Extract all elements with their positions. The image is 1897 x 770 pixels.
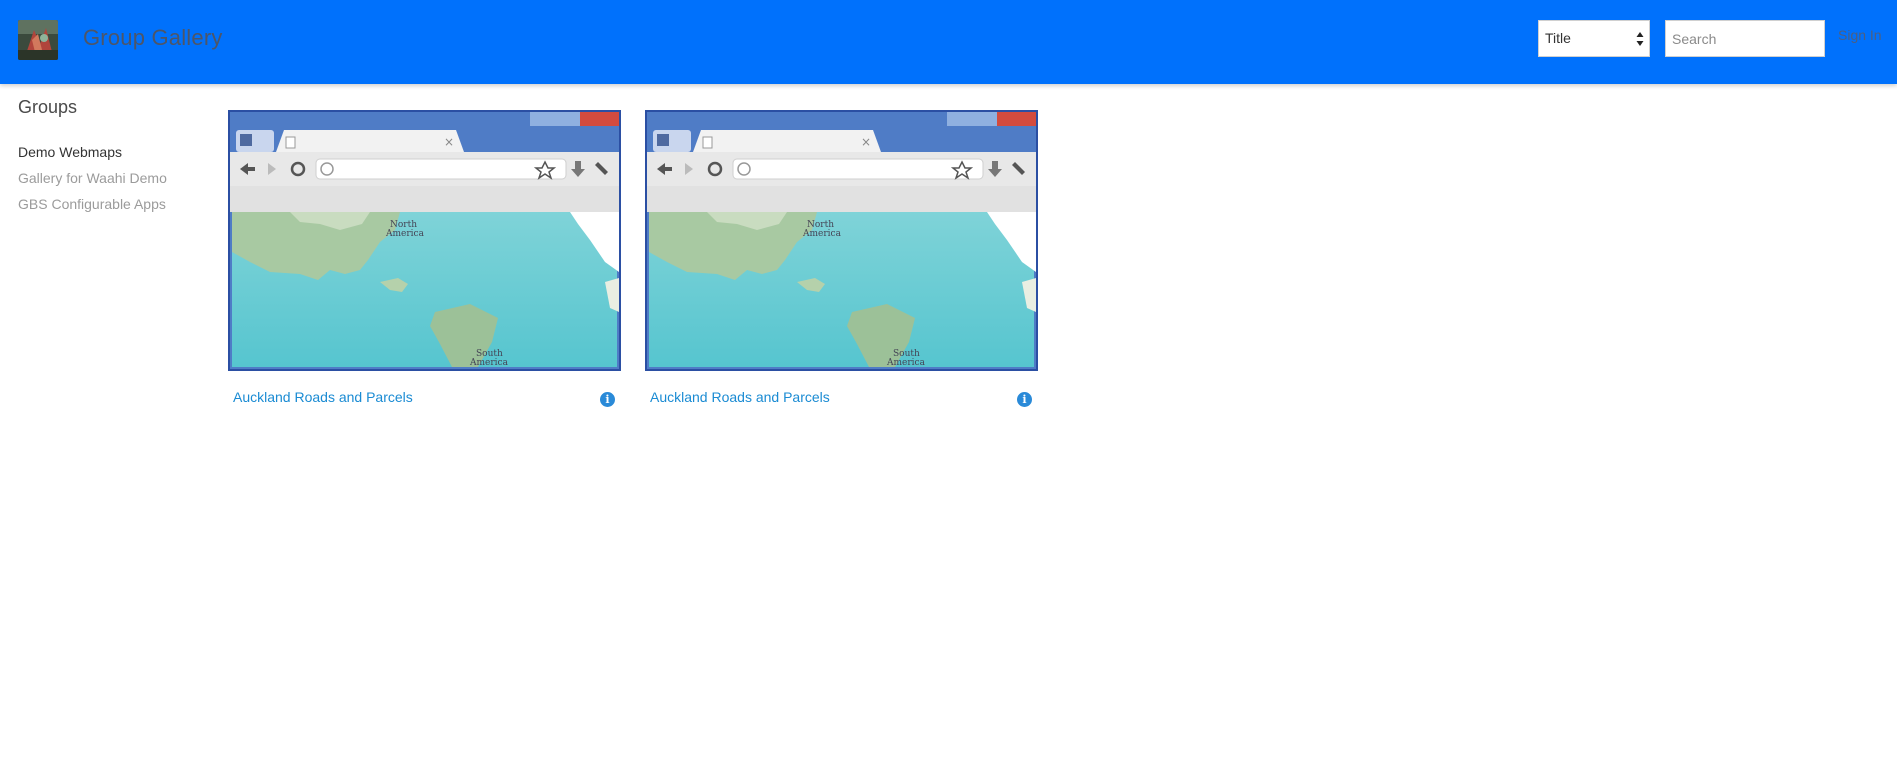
browser-map-thumbnail-icon[interactable]: × North America South America	[645, 110, 1038, 371]
svg-text:America: America	[802, 229, 842, 239]
info-icon[interactable]: i	[1017, 392, 1032, 407]
svg-text:America: America	[886, 358, 926, 368]
group-item-demo-webmaps[interactable]: Demo Webmaps	[18, 143, 167, 169]
gallery-card: × North America South America Auckland R…	[645, 110, 1038, 407]
top-bar: Group Gallery Title Sign In	[0, 0, 1897, 84]
card-title-link[interactable]: Auckland Roads and Parcels	[650, 389, 830, 405]
search-input[interactable]	[1665, 20, 1825, 57]
app-title: Group Gallery	[83, 25, 223, 50]
group-list: Demo Webmaps Gallery for Waahi Demo GBS …	[18, 143, 167, 221]
svg-text:America: America	[469, 358, 509, 368]
svg-text:×: ×	[861, 135, 871, 149]
group-item-gbs-configurable-apps[interactable]: GBS Configurable Apps	[18, 195, 167, 221]
info-icon[interactable]: i	[600, 392, 615, 407]
card-title-link[interactable]: Auckland Roads and Parcels	[233, 389, 413, 405]
svg-text:×: ×	[444, 135, 454, 149]
sort-arrows-icon	[1636, 32, 1644, 46]
sort-select-value: Title	[1545, 30, 1571, 46]
sort-select[interactable]: Title	[1538, 20, 1650, 57]
group-logo-icon[interactable]	[18, 20, 58, 60]
svg-text:America: America	[385, 229, 425, 239]
gallery-card: × North America South America Auckland R…	[228, 110, 621, 407]
groups-heading: Groups	[18, 97, 78, 117]
browser-map-thumbnail-icon[interactable]: × North America South America	[228, 110, 621, 371]
group-item-gallery-for-waahi-demo[interactable]: Gallery for Waahi Demo	[18, 169, 167, 195]
sign-in-link[interactable]: Sign In	[1838, 27, 1882, 43]
